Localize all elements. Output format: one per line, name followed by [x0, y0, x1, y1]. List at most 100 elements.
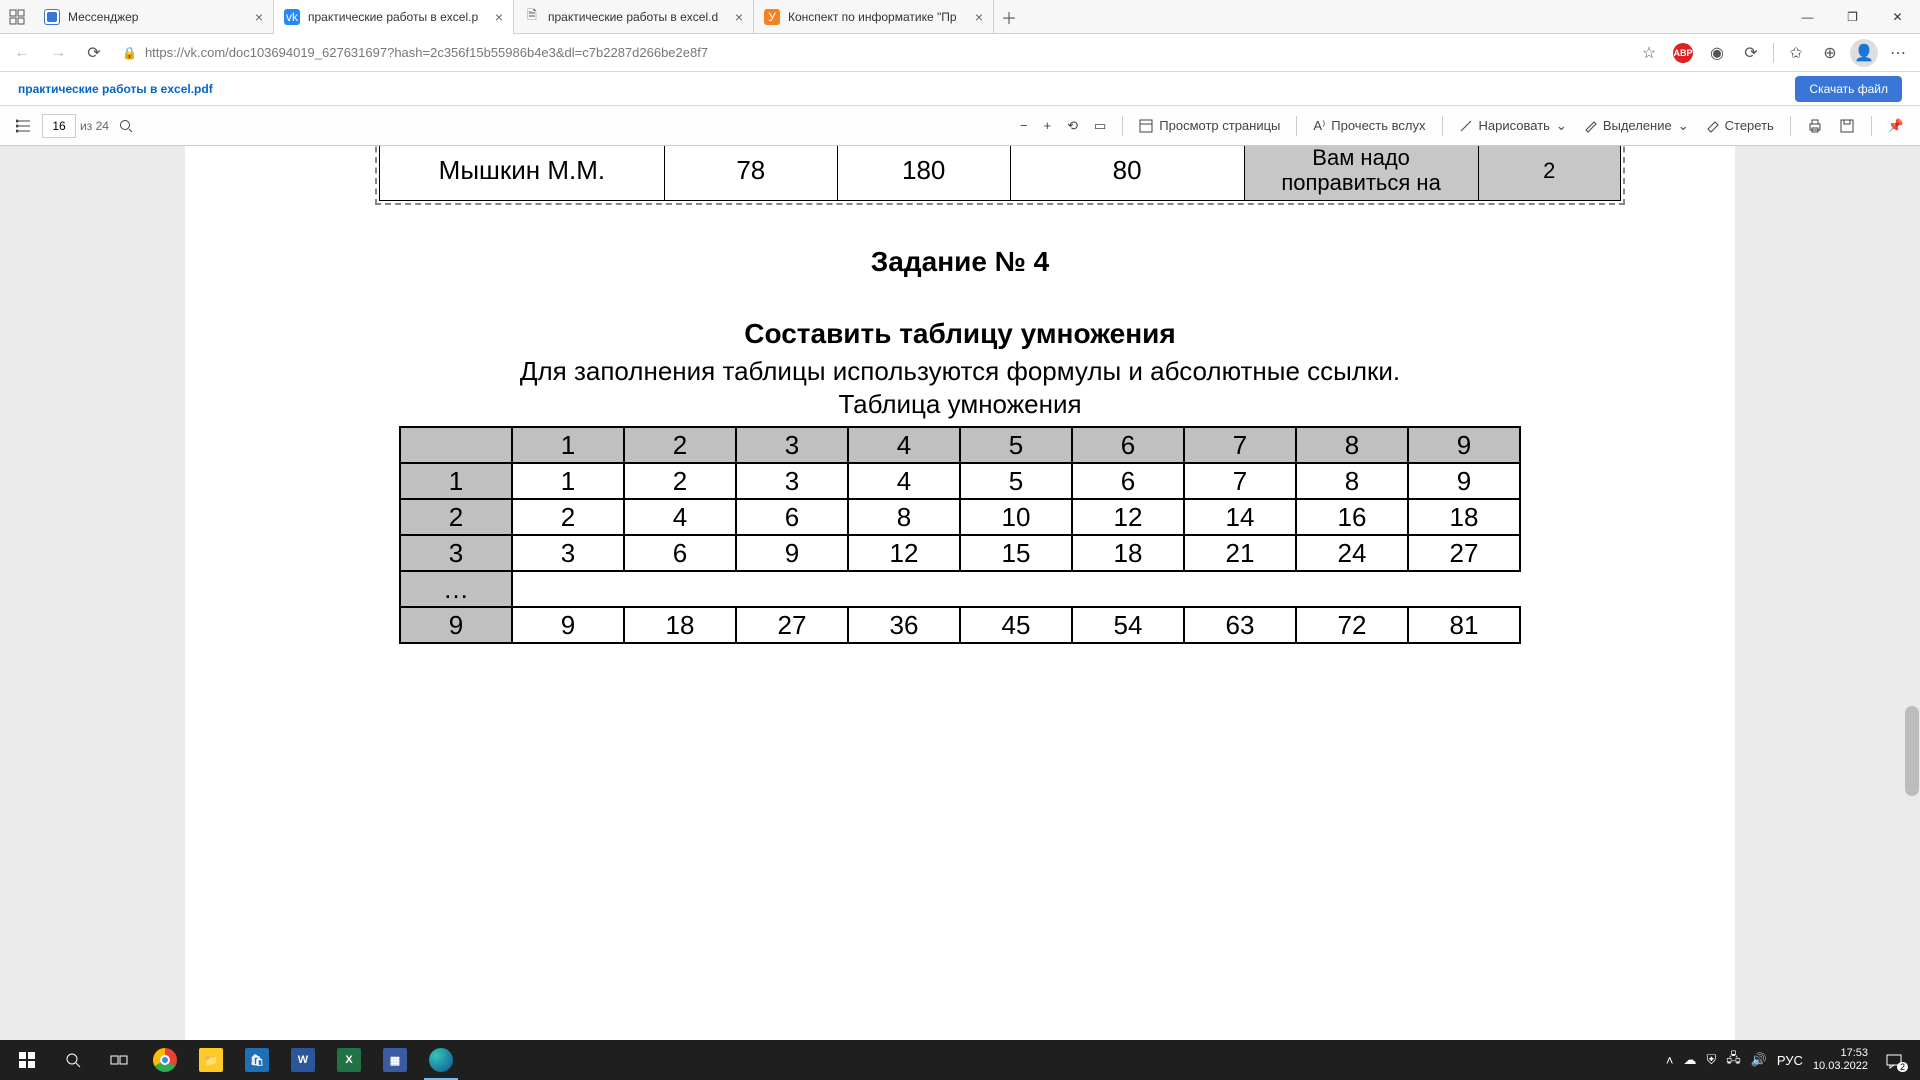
language-indicator[interactable]: РУС: [1777, 1053, 1803, 1068]
back-button[interactable]: ←: [6, 37, 38, 69]
page-count: из 24: [80, 119, 109, 133]
tray-chevron-icon[interactable]: ˄: [1666, 1053, 1674, 1068]
file-icon: 🗎: [524, 9, 540, 25]
security-icon[interactable]: ⛨: [1706, 1052, 1716, 1068]
network-icon[interactable]: 🖧: [1726, 1049, 1741, 1071]
close-icon[interactable]: ×: [975, 9, 983, 25]
table-cell: 36: [848, 607, 960, 643]
address-bar: ← → ⟳ 🔒 https://vk.com/doc103694019_6276…: [0, 34, 1920, 72]
table-cell: 4: [624, 499, 736, 535]
table-cell: 27: [736, 607, 848, 643]
task-instruction: Для заполнения таблицы используются форм…: [185, 356, 1735, 387]
table-cell: 18: [624, 607, 736, 643]
onedrive-icon[interactable]: ☁: [1683, 1052, 1696, 1068]
chrome-app[interactable]: [142, 1040, 188, 1080]
table-cell: 54: [1072, 607, 1184, 643]
favorites-bar-button[interactable]: ✩: [1780, 37, 1812, 69]
tab-konspekt[interactable]: У Конспект по информатике "Пр ×: [754, 0, 994, 34]
scrollbar-thumb[interactable]: [1905, 706, 1919, 796]
print-button[interactable]: [1801, 110, 1829, 142]
tab-label: Конспект по информатике "Пр: [788, 10, 965, 24]
start-button[interactable]: [4, 1040, 50, 1080]
search-in-pdf-button[interactable]: [113, 110, 139, 142]
table-cell: 1: [400, 463, 512, 499]
table-cell: 1: [512, 463, 624, 499]
draw-label: Нарисовать: [1479, 118, 1550, 133]
store-app[interactable]: 🛍: [234, 1040, 280, 1080]
cell-v4: 2: [1478, 146, 1620, 200]
abp-icon[interactable]: ABP: [1667, 37, 1699, 69]
close-icon[interactable]: ×: [735, 9, 743, 25]
clock[interactable]: 17:53 10.03.2022: [1813, 1047, 1868, 1072]
tab-actions-icon[interactable]: [0, 0, 34, 34]
close-icon[interactable]: ×: [255, 9, 263, 25]
notif-badge: 2: [1897, 1062, 1908, 1072]
sync-icon[interactable]: ⟳: [1735, 37, 1767, 69]
table-cell: [960, 571, 1072, 607]
excel-app[interactable]: X: [326, 1040, 372, 1080]
table-cell: 3: [736, 463, 848, 499]
close-window-button[interactable]: ✕: [1875, 0, 1920, 34]
table-cell: 10: [960, 499, 1072, 535]
calculator-app[interactable]: ▦: [372, 1040, 418, 1080]
table-cell: 4: [848, 427, 960, 463]
table-cell: 45: [960, 607, 1072, 643]
url-text: https://vk.com/doc103694019_627631697?ha…: [145, 45, 708, 60]
table-cell: [624, 571, 736, 607]
page-number-input[interactable]: [42, 114, 76, 138]
tab-vk-pdf[interactable]: vk практические работы в excel.p ×: [274, 0, 514, 34]
table-cell: [736, 571, 848, 607]
top-partial-table: Мышкин М.М. 78 180 80 Вам надопоправитьс…: [375, 146, 1625, 205]
edge-app[interactable]: [418, 1040, 464, 1080]
extension-icon[interactable]: ◉: [1701, 37, 1733, 69]
word-app[interactable]: W: [280, 1040, 326, 1080]
page-view-button[interactable]: Просмотр страницы: [1133, 110, 1286, 142]
task-subtitle: Составить таблицу умножения: [185, 318, 1735, 350]
table-cell: 9: [512, 607, 624, 643]
draw-button[interactable]: Нарисовать ⌄: [1453, 110, 1573, 142]
notifications-button[interactable]: 2: [1878, 1044, 1910, 1076]
chevron-down-icon: ⌄: [1556, 118, 1567, 134]
forward-button[interactable]: →: [42, 37, 74, 69]
table-cell: [1296, 571, 1408, 607]
read-aloud-button[interactable]: A⁾ Прочесть вслух: [1307, 110, 1431, 142]
task-title: Задание № 4: [185, 246, 1735, 278]
windows-taskbar: 📁 🛍 W X ▦ ˄ ☁ ⛨ 🖧 🔊 РУС 17:53 10.03.2022…: [0, 1040, 1920, 1080]
volume-icon[interactable]: 🔊: [1751, 1052, 1767, 1068]
search-button[interactable]: [50, 1040, 96, 1080]
contents-button[interactable]: [10, 110, 38, 142]
tab-excel-doc[interactable]: 🗎 практические работы в excel.d ×: [514, 0, 754, 34]
zoom-in-button[interactable]: +: [1037, 110, 1057, 142]
close-icon[interactable]: ×: [495, 9, 503, 25]
table-cell: 16: [1296, 499, 1408, 535]
infourok-icon: У: [764, 9, 780, 25]
table-cell: 2: [624, 427, 736, 463]
save-button[interactable]: [1833, 110, 1861, 142]
favorite-button[interactable]: ☆: [1633, 37, 1665, 69]
url-field[interactable]: 🔒 https://vk.com/doc103694019_627631697?…: [114, 45, 1629, 60]
pin-toolbar-button[interactable]: 📌: [1882, 110, 1910, 142]
collections-button[interactable]: ⊕: [1814, 37, 1846, 69]
rotate-button[interactable]: ⟲: [1061, 110, 1084, 142]
cell-v3: 80: [1010, 146, 1244, 200]
fit-page-button[interactable]: ▭: [1088, 110, 1112, 142]
new-tab-button[interactable]: ＋: [994, 5, 1024, 29]
explorer-app[interactable]: 📁: [188, 1040, 234, 1080]
table-cell: 9: [400, 607, 512, 643]
vk-icon: vk: [284, 9, 300, 25]
download-button[interactable]: Скачать файл: [1795, 76, 1902, 102]
task-view-button[interactable]: [96, 1040, 142, 1080]
maximize-button[interactable]: ❐: [1830, 0, 1875, 34]
lock-icon: 🔒: [122, 46, 137, 60]
menu-button[interactable]: ⋯: [1882, 37, 1914, 69]
zoom-out-button[interactable]: −: [1014, 110, 1034, 142]
profile-button[interactable]: 👤: [1848, 37, 1880, 69]
erase-button[interactable]: Стереть: [1699, 110, 1780, 142]
table-cell: 2: [512, 499, 624, 535]
pdf-viewport[interactable]: Мышкин М.М. 78 180 80 Вам надопоправитьс…: [0, 146, 1920, 1040]
minimize-button[interactable]: ―: [1785, 0, 1830, 34]
highlight-button[interactable]: Выделение ⌄: [1577, 110, 1695, 142]
tab-messenger[interactable]: Мессенджер ×: [34, 0, 274, 34]
refresh-button[interactable]: ⟳: [78, 37, 110, 69]
table-cell: 6: [624, 535, 736, 571]
